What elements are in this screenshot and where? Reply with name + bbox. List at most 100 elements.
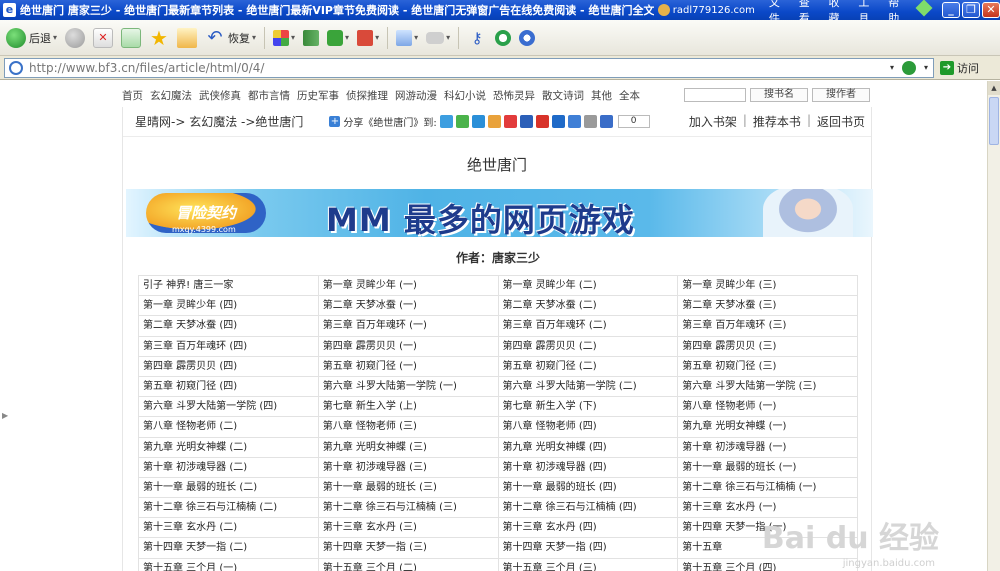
nav-wuxia[interactable]: 武侠修真 xyxy=(199,88,241,103)
chapter-link[interactable]: 第十二章 徐三石与江楠楠 (四) xyxy=(498,498,679,519)
search-by-title-button[interactable]: 搜书名 xyxy=(750,88,808,102)
chapter-link[interactable]: 第十一章 最弱的班长 (一) xyxy=(678,457,858,478)
share-weibo-icon[interactable] xyxy=(503,115,517,128)
nav-scifi[interactable]: 科幻小说 xyxy=(444,88,486,103)
chapter-link[interactable]: 第六章 斗罗大陆第一学院 (三) xyxy=(678,376,858,398)
chapter-link[interactable]: 第十二章 徐三石与江楠楠 (二) xyxy=(139,498,319,519)
chapter-link[interactable]: 第四章 霹雳贝贝 (二) xyxy=(498,336,679,357)
url-text[interactable]: http://www.bf3.cn/files/article/html/0/4… xyxy=(29,61,885,75)
chapter-link[interactable]: 第十四章 天梦一指 (三) xyxy=(318,538,499,559)
apps-button[interactable]: ▾ xyxy=(269,24,299,52)
translate-button[interactable]: ▾ xyxy=(353,24,383,52)
chapter-link[interactable]: 第十一章 最弱的班长 (二) xyxy=(139,477,319,499)
url-dropdown-icon[interactable]: ▾ xyxy=(885,59,899,77)
chapter-link[interactable]: 第九章 光明女神蝶 (三) xyxy=(318,437,499,458)
share-qq-icon[interactable] xyxy=(487,115,501,128)
chapter-link[interactable]: 第一章 灵眸少年 (三) xyxy=(678,276,858,297)
back-to-book-link[interactable]: 返回书页 xyxy=(817,113,865,130)
share-plus-icon[interactable]: + xyxy=(329,116,341,127)
chapter-link[interactable]: 第十四章 天梦一指 (二) xyxy=(139,538,319,559)
chapter-link[interactable]: 第十章 初涉魂导器 (二) xyxy=(139,457,319,478)
minimize-button[interactable]: _ xyxy=(942,2,960,18)
chapter-link[interactable]: 第一章 灵眸少年 (一) xyxy=(318,276,499,297)
chapter-link[interactable]: 第四章 霹雳贝贝 (三) xyxy=(678,336,858,357)
chapter-link[interactable]: 第一章 灵眸少年 (二) xyxy=(498,276,679,297)
chapter-link[interactable]: 第三章 百万年魂环 (二) xyxy=(498,316,679,337)
chapter-link[interactable]: 第十章 初涉魂导器 (一) xyxy=(678,437,858,458)
chapter-link[interactable]: 第十三章 玄水丹 (四) xyxy=(498,518,679,539)
chapter-link[interactable]: 第七章 新生入学 (下) xyxy=(498,397,679,418)
ad-banner[interactable]: 冒险契约 mxqy.4399.com MM 最多的网页游戏 xyxy=(126,189,873,237)
add-to-shelf-link[interactable]: 加入书架 xyxy=(689,113,737,130)
favorites-star-button[interactable]: ★ xyxy=(145,24,173,52)
chapter-link[interactable]: 第十五章 三个月 (二) xyxy=(319,558,499,571)
chapter-link[interactable]: 第十章 初涉魂导器 (四) xyxy=(498,457,679,478)
nav-romance[interactable]: 都市言情 xyxy=(248,88,290,103)
chapter-link[interactable]: 第八章 怪物老师 (三) xyxy=(318,417,499,438)
chapter-link[interactable]: 第十一章 最弱的班长 (三) xyxy=(318,477,499,499)
back-dropdown-icon[interactable]: ▾ xyxy=(53,33,57,42)
chapter-link[interactable]: 第六章 斗罗大陆第一学院 (四) xyxy=(139,397,319,418)
chapter-link[interactable]: 第八章 怪物老师 (四) xyxy=(498,417,679,438)
home-button[interactable] xyxy=(173,24,201,52)
search-by-author-button[interactable]: 搜作者 xyxy=(812,88,870,102)
nav-history[interactable]: 历史军事 xyxy=(297,88,339,103)
game-button[interactable]: ▾ xyxy=(422,24,454,52)
chapter-link[interactable]: 第二章 天梦冰蚕 (二) xyxy=(498,296,679,317)
search-input[interactable] xyxy=(684,88,746,102)
chapter-link[interactable]: 第二章 天梦冰蚕 (四) xyxy=(139,316,319,337)
chapter-link[interactable]: 第十三章 玄水丹 (三) xyxy=(318,518,499,539)
chapter-link[interactable]: 第七章 新生入学 (上) xyxy=(318,397,499,418)
chapter-link[interactable]: 第十二章 徐三石与江楠楠 (三) xyxy=(318,498,499,519)
chapter-link[interactable]: 第五章 初窥门径 (三) xyxy=(678,356,858,377)
sidebar-toggle-icon[interactable]: ▶ xyxy=(2,411,8,420)
chapter-link[interactable]: 第十一章 最弱的班长 (四) xyxy=(498,477,679,499)
chapter-link[interactable]: 第十四章 天梦一指 (四) xyxy=(498,538,679,559)
share-tencent-icon[interactable] xyxy=(471,115,485,128)
close-window-button[interactable]: ✕ xyxy=(982,2,1000,18)
url-field[interactable]: http://www.bf3.cn/files/article/html/0/4… xyxy=(4,57,934,78)
share-douban-icon[interactable] xyxy=(551,115,565,128)
go-button[interactable]: ➔ 访问 xyxy=(940,60,979,76)
restore-dropdown-icon[interactable]: ▾ xyxy=(252,33,256,42)
chapter-link[interactable]: 第五章 初窥门径 (一) xyxy=(318,356,499,377)
user-badge[interactable]: radl779126.com xyxy=(657,4,755,16)
chapter-link[interactable]: 第一章 灵眸少年 (四) xyxy=(139,296,319,317)
chapter-link[interactable]: 第九章 光明女神蝶 (四) xyxy=(498,437,679,458)
share-clover-icon[interactable] xyxy=(455,115,469,128)
chapter-link[interactable]: 第二章 天梦冰蚕 (三) xyxy=(678,296,858,317)
chapter-link[interactable]: 引子 神界! 唐三一家 xyxy=(139,276,319,297)
refresh-button[interactable] xyxy=(117,24,145,52)
chapter-link[interactable]: 第四章 霹雳贝贝 (一) xyxy=(318,336,499,357)
compat-dropdown-icon[interactable]: ▾ xyxy=(919,59,933,77)
chapter-link[interactable]: 第八章 怪物老师 (一) xyxy=(678,397,858,418)
chapter-link[interactable]: 第三章 百万年魂环 (三) xyxy=(678,316,858,337)
chapter-link[interactable]: 第五章 初窥门径 (四) xyxy=(139,376,319,398)
chapter-link[interactable]: 第五章 初窥门径 (二) xyxy=(498,356,679,377)
nav-horror[interactable]: 恐怖灵异 xyxy=(493,88,535,103)
breadcrumb[interactable]: 星晴网-> 玄幻魔法 ->绝世唐门 xyxy=(135,113,303,130)
chapter-link[interactable]: 第十二章 徐三石与江楠楠 (一) xyxy=(678,477,858,499)
recommend-link[interactable]: 推荐本书 xyxy=(753,113,801,130)
nav-detective[interactable]: 侦探推理 xyxy=(346,88,388,103)
chapter-link[interactable]: 第十五章 三个月 (四) xyxy=(678,558,858,571)
chapter-link[interactable]: 第四章 霹雳贝贝 (四) xyxy=(139,356,319,377)
share-baidu-icon[interactable] xyxy=(567,115,581,128)
restore-button[interactable]: ↶ 恢复 ▾ xyxy=(201,24,260,52)
nav-home[interactable]: 首页 xyxy=(122,88,143,103)
chapter-link[interactable]: 第三章 百万年魂环 (四) xyxy=(139,336,319,357)
chat-button[interactable] xyxy=(515,24,539,52)
share-netease-icon[interactable] xyxy=(535,115,549,128)
tools-button[interactable]: ▾ xyxy=(392,24,422,52)
chapter-link[interactable]: 第十五章 三个月 (一) xyxy=(139,558,319,571)
nav-complete[interactable]: 全本 xyxy=(619,88,640,103)
chapter-link[interactable]: 第二章 天梦冰蚕 (一) xyxy=(318,296,499,317)
chapter-link[interactable]: 第九章 光明女神蝶 (一) xyxy=(678,417,858,438)
chapter-link[interactable]: 第九章 光明女神蝶 (二) xyxy=(139,437,319,458)
scroll-thumb[interactable] xyxy=(989,97,999,145)
vertical-scrollbar[interactable]: ▲ xyxy=(987,81,1000,571)
chapter-link[interactable]: 第六章 斗罗大陆第一学院 (二) xyxy=(498,376,679,398)
chapter-link[interactable]: 第八章 怪物老师 (二) xyxy=(139,417,319,438)
share-more-icon[interactable] xyxy=(583,115,597,128)
nav-fantasy[interactable]: 玄幻魔法 xyxy=(150,88,192,103)
